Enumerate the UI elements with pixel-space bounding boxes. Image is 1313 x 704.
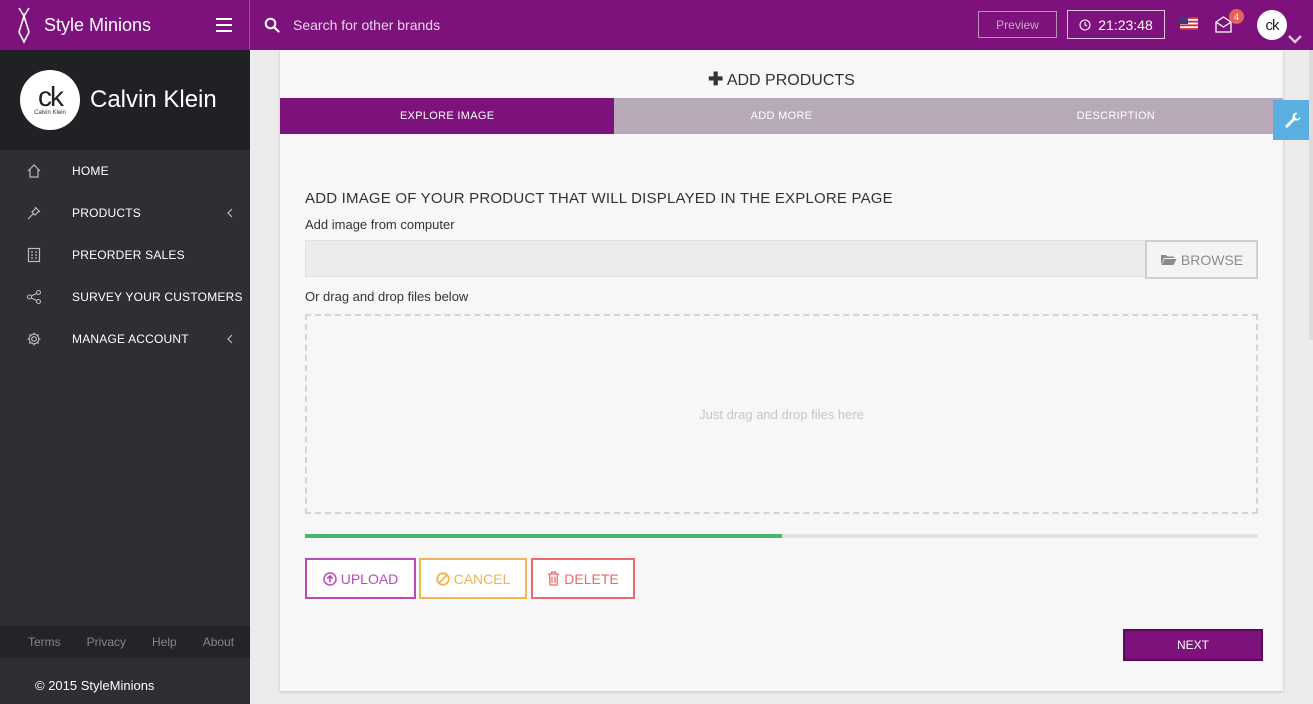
brand-avatar: ck Calvin Klein bbox=[20, 70, 80, 130]
browse-label: BROWSE bbox=[1180, 251, 1244, 268]
sidebar-item-survey[interactable]: SURVEY YOUR CUSTOMERS bbox=[0, 276, 250, 318]
brand-search-input[interactable] bbox=[293, 17, 713, 33]
app-name: Style Minions bbox=[44, 14, 152, 35]
sidebar-item-home[interactable]: HOME bbox=[0, 150, 250, 192]
add-products-card: ✚ ADD PRODUCTS EXPLORE IMAGE ADD MORE DE… bbox=[280, 50, 1283, 691]
top-bar: Style Minions Preview 21:23:48 4 ck bbox=[0, 0, 1313, 50]
plus-icon: ✚ bbox=[708, 69, 724, 89]
section-title: ADD IMAGE OF YOUR PRODUCT THAT WILL DISP… bbox=[305, 190, 893, 207]
user-avatar[interactable]: ck bbox=[1257, 10, 1287, 40]
pin-icon bbox=[27, 206, 41, 220]
calculator-icon bbox=[27, 247, 41, 263]
trash-icon bbox=[548, 571, 560, 586]
file-dropzone[interactable]: Just drag and drop files here bbox=[305, 314, 1258, 514]
drag-drop-label: Or drag and drop files below bbox=[305, 289, 469, 304]
settings-panel-toggle[interactable] bbox=[1273, 100, 1313, 140]
folder-open-icon bbox=[1160, 255, 1177, 265]
chevron-left-icon bbox=[227, 334, 233, 344]
brand-logo-subtext: Calvin Klein bbox=[34, 110, 66, 116]
preview-button[interactable]: Preview bbox=[978, 11, 1057, 38]
search-icon bbox=[264, 17, 280, 33]
chevron-down-icon[interactable] bbox=[1287, 33, 1303, 45]
sidebar-item-label: SURVEY YOUR CUSTOMERS bbox=[72, 290, 243, 304]
share-icon bbox=[26, 289, 42, 305]
next-button[interactable]: NEXT bbox=[1123, 629, 1263, 661]
sidebar-footer: Terms Privacy Help About bbox=[0, 626, 250, 658]
clock-display: 21:23:48 bbox=[1067, 10, 1165, 39]
ban-icon bbox=[435, 571, 450, 586]
brand-profile: ck Calvin Klein Calvin Klein bbox=[0, 50, 250, 150]
sidebar-item-label: PREORDER SALES bbox=[72, 248, 185, 262]
upload-progress-bar bbox=[305, 534, 1258, 538]
delete-label: DELETE bbox=[564, 570, 619, 587]
clock-time: 21:23:48 bbox=[1098, 16, 1153, 33]
mail-badge: 4 bbox=[1229, 9, 1244, 24]
menu-toggle-icon[interactable] bbox=[216, 18, 232, 32]
us-flag-icon[interactable] bbox=[1180, 17, 1198, 30]
wrench-icon bbox=[1285, 112, 1301, 128]
sidebar-item-label: PRODUCTS bbox=[72, 206, 141, 220]
sidebar-nav: HOME PRODUCTS PREORDER SALES SURVEY YOUR… bbox=[0, 150, 250, 360]
copyright: © 2015 StyleMinions bbox=[35, 678, 155, 693]
delete-button[interactable]: DELETE bbox=[531, 558, 635, 599]
dropzone-text: Just drag and drop files here bbox=[699, 406, 864, 422]
brand-name: Calvin Klein bbox=[90, 86, 217, 113]
browse-button[interactable]: BROWSE bbox=[1145, 240, 1258, 279]
brand-area: Style Minions bbox=[0, 0, 250, 50]
scrollbar[interactable] bbox=[1309, 50, 1313, 340]
sidebar-item-products[interactable]: PRODUCTS bbox=[0, 192, 250, 234]
footer-link-privacy[interactable]: Privacy bbox=[87, 635, 126, 649]
wizard-tabs: EXPLORE IMAGE ADD MORE DESCRIPTION bbox=[280, 98, 1283, 134]
footer-link-terms[interactable]: Terms bbox=[28, 635, 61, 649]
page-title-text: ADD PRODUCTS bbox=[726, 72, 855, 89]
sidebar-item-manage-account[interactable]: MANAGE ACCOUNT bbox=[0, 318, 250, 360]
brand-logo-text: ck bbox=[38, 81, 64, 112]
gear-icon bbox=[27, 332, 41, 346]
avatar-text: ck bbox=[1265, 16, 1280, 34]
tab-description[interactable]: DESCRIPTION bbox=[949, 98, 1283, 134]
home-icon bbox=[27, 164, 41, 178]
upload-label: UPLOAD bbox=[340, 570, 399, 587]
upload-progress-fill bbox=[305, 534, 782, 538]
tab-explore-image[interactable]: EXPLORE IMAGE bbox=[280, 98, 615, 134]
cancel-button[interactable]: CANCEL bbox=[419, 558, 527, 599]
upload-button[interactable]: UPLOAD bbox=[305, 558, 416, 599]
sidebar-item-label: MANAGE ACCOUNT bbox=[72, 332, 189, 346]
clock-icon bbox=[1079, 18, 1091, 31]
tab-add-more[interactable]: ADD MORE bbox=[614, 98, 948, 134]
brand-logo-icon bbox=[18, 7, 30, 44]
file-input-label: Add image from computer bbox=[305, 217, 455, 232]
sidebar-item-label: HOME bbox=[72, 164, 109, 178]
chevron-left-icon bbox=[227, 208, 233, 218]
cancel-label: CANCEL bbox=[453, 570, 511, 587]
sidebar: ck Calvin Klein Calvin Klein HOME PRODUC… bbox=[0, 50, 250, 704]
footer-link-about[interactable]: About bbox=[203, 635, 234, 649]
upload-icon bbox=[322, 571, 337, 586]
page-title: ✚ ADD PRODUCTS bbox=[280, 69, 1283, 90]
footer-link-help[interactable]: Help bbox=[152, 635, 177, 649]
sidebar-item-preorder-sales[interactable]: PREORDER SALES bbox=[0, 234, 250, 276]
file-path-field[interactable] bbox=[305, 240, 1146, 277]
